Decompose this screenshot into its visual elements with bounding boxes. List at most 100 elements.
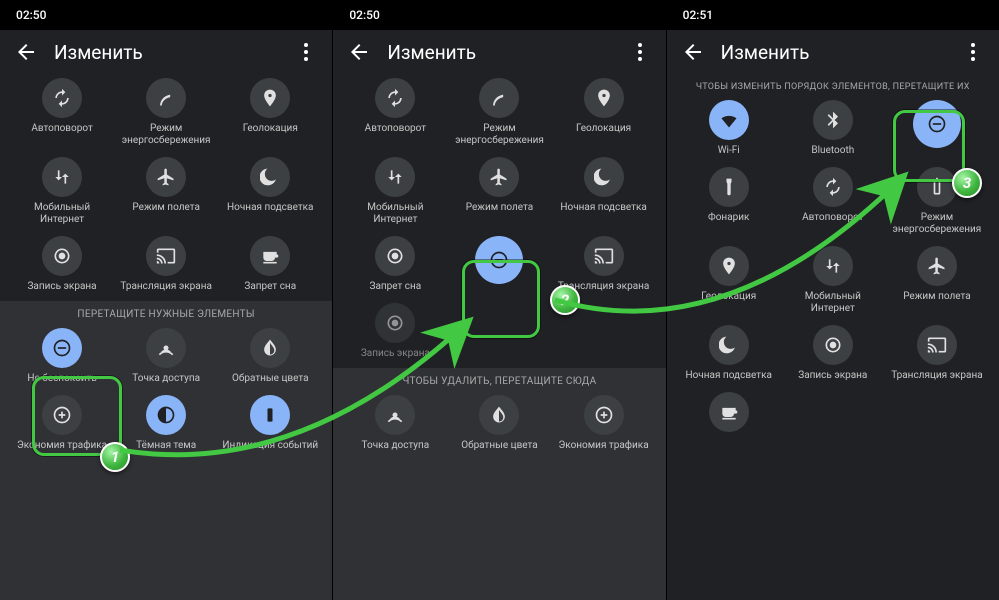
back-button[interactable] <box>14 40 38 64</box>
tile-caffeine[interactable] <box>677 392 781 432</box>
back-button[interactable] <box>681 40 705 64</box>
header: Изменить <box>0 30 332 74</box>
tile-dnd-dropped[interactable] <box>885 100 989 157</box>
tile-label: Запись экрана <box>361 348 430 360</box>
invert-icon <box>479 395 519 435</box>
record-icon <box>375 303 415 343</box>
tile-invert[interactable]: Обратные цвета <box>218 328 322 385</box>
tile-airplane[interactable]: Режим полета <box>885 246 989 315</box>
leaf-icon <box>479 78 519 118</box>
dnd-icon <box>42 328 82 368</box>
location-icon <box>250 78 290 118</box>
tile-label: Режим полета <box>466 202 533 214</box>
tile-label: Точка доступа <box>362 440 430 452</box>
tile-wifi[interactable]: Wi-Fi <box>677 100 781 157</box>
tile-data-saver[interactable]: Экономия трафика <box>10 395 114 452</box>
tile-label: Геолокация <box>701 291 756 303</box>
tile-data-saver[interactable]: Экономия трафика <box>552 395 656 452</box>
tile-label: Запись экрана <box>798 370 867 382</box>
tile-battery-saver[interactable]: Режим энергосбережения <box>447 78 551 147</box>
tile-caffeine[interactable]: Запрет сна <box>218 236 322 293</box>
status-bar: 02:50 <box>0 0 332 30</box>
tile-label: Трансляция экрана <box>558 281 649 293</box>
autorotate-icon <box>813 167 853 207</box>
tile-screen-record-cut[interactable]: Запись экрана <box>343 303 447 360</box>
tile-battery-saver[interactable]: Режим энергосбережения <box>114 78 218 147</box>
screen-3: 02:51 Изменить ЧТОБЫ ИЗМЕНИТЬ ПОРЯДОК ЭЛ… <box>667 0 999 600</box>
tile-screen-record[interactable]: Запись экрана <box>10 236 114 293</box>
data-icon <box>375 157 415 197</box>
active-tiles-grid: Автоповорот Режим энергосбережения Геоло… <box>333 74 665 368</box>
tile-label: Геолокация <box>243 123 298 135</box>
bluetooth-icon <box>813 100 853 140</box>
tile-hotspot[interactable]: Точка доступа <box>343 395 447 452</box>
tile-label: Wi-Fi <box>718 145 740 157</box>
tile-bluetooth[interactable]: Bluetooth <box>781 100 885 157</box>
wifi-icon <box>709 100 749 140</box>
tile-dnd[interactable]: Не беспокоить <box>10 328 114 385</box>
tile-night-light[interactable]: Ночная подсветка <box>218 157 322 226</box>
screen-2: 02:50 Изменить Автоповорот Режим энергос… <box>333 0 665 600</box>
dark-theme-icon <box>146 395 186 435</box>
tile-location[interactable]: Геолокация <box>218 78 322 147</box>
tile-label: Трансляция экрана <box>120 281 211 293</box>
tile-label: Ночная подсветка <box>227 202 313 214</box>
tile-ambient[interactable]: Индикация событий <box>218 395 322 452</box>
tile-dark-theme[interactable]: Тёмная тема <box>114 395 218 452</box>
tile-label: Ночная подсветка <box>685 370 771 382</box>
tile-label: Точка доступа <box>132 373 200 385</box>
tile-night-light[interactable]: Ночная подсветка <box>552 157 656 226</box>
tile-dnd-dragging[interactable] <box>447 236 551 293</box>
tile-cast[interactable]: Трансляция экрана <box>552 236 656 293</box>
tile-label: Запись экрана <box>27 281 96 293</box>
remove-grid: Точка доступа Обратные цвета Экономия тр… <box>333 391 665 460</box>
clock: 02:50 <box>16 8 46 22</box>
overflow-menu[interactable] <box>961 40 985 64</box>
overflow-menu[interactable] <box>628 40 652 64</box>
tile-autorotate[interactable]: Автоповорот <box>781 167 885 236</box>
autorotate-icon <box>42 78 82 118</box>
hotspot-icon <box>375 395 415 435</box>
tile-cast[interactable]: Трансляция экрана <box>114 236 218 293</box>
header: Изменить <box>333 30 665 74</box>
moon-icon <box>584 157 624 197</box>
airplane-icon <box>479 157 519 197</box>
tile-location[interactable]: Геолокация <box>552 78 656 147</box>
tile-label: Экономия трафика <box>559 440 649 452</box>
qs-panel: Изменить ЧТОБЫ ИЗМЕНИТЬ ПОРЯДОК ЭЛЕМЕНТО… <box>667 30 999 600</box>
airplane-icon <box>917 246 957 286</box>
data-icon <box>813 246 853 286</box>
tile-hotspot[interactable]: Точка доступа <box>114 328 218 385</box>
tile-airplane[interactable]: Режим полета <box>114 157 218 226</box>
invert-icon <box>250 328 290 368</box>
tile-mobile-data[interactable]: Мобильный Интернет <box>781 246 885 315</box>
tile-screen-record[interactable]: Запись экрана <box>781 325 885 382</box>
tile-night-light[interactable]: Ночная подсветка <box>677 325 781 382</box>
tile-invert[interactable]: Обратные цвета <box>447 395 551 452</box>
tile-label: Тёмная тема <box>136 440 196 452</box>
tile-battery-saver[interactable]: Режим энергосбережения <box>885 167 989 236</box>
header: Изменить <box>667 30 999 74</box>
clock: 02:51 <box>683 8 713 22</box>
back-button[interactable] <box>347 40 371 64</box>
tile-airplane[interactable]: Режим полета <box>447 157 551 226</box>
tile-location[interactable]: Геолокация <box>677 246 781 315</box>
tile-mobile-data[interactable]: Мобильный Интернет <box>343 157 447 226</box>
tile-caffeine[interactable]: Запрет сна <box>343 236 447 293</box>
tile-cast[interactable]: Трансляция экрана <box>885 325 989 382</box>
battery-icon <box>917 167 957 207</box>
active-tiles-grid: Wi-Fi Bluetooth Фонарик Автоповорот Режи… <box>667 96 999 440</box>
coffee-icon <box>709 392 749 432</box>
tile-label: Запрет сна <box>370 281 422 293</box>
overflow-menu[interactable] <box>294 40 318 64</box>
data-saver-icon <box>584 395 624 435</box>
inactive-grid: Не беспокоить Точка доступа Обратные цве… <box>0 324 332 460</box>
page-title: Изменить <box>387 41 611 64</box>
tile-autorotate[interactable]: Автоповорот <box>10 78 114 147</box>
tile-label: Режим энергосбережения <box>455 123 544 147</box>
tile-autorotate[interactable]: Автоповорот <box>343 78 447 147</box>
tile-label: Мобильный Интернет <box>367 202 423 226</box>
tile-flashlight[interactable]: Фонарик <box>677 167 781 236</box>
tile-mobile-data[interactable]: Мобильный Интернет <box>10 157 114 226</box>
tile-label: Режим полета <box>903 291 970 303</box>
